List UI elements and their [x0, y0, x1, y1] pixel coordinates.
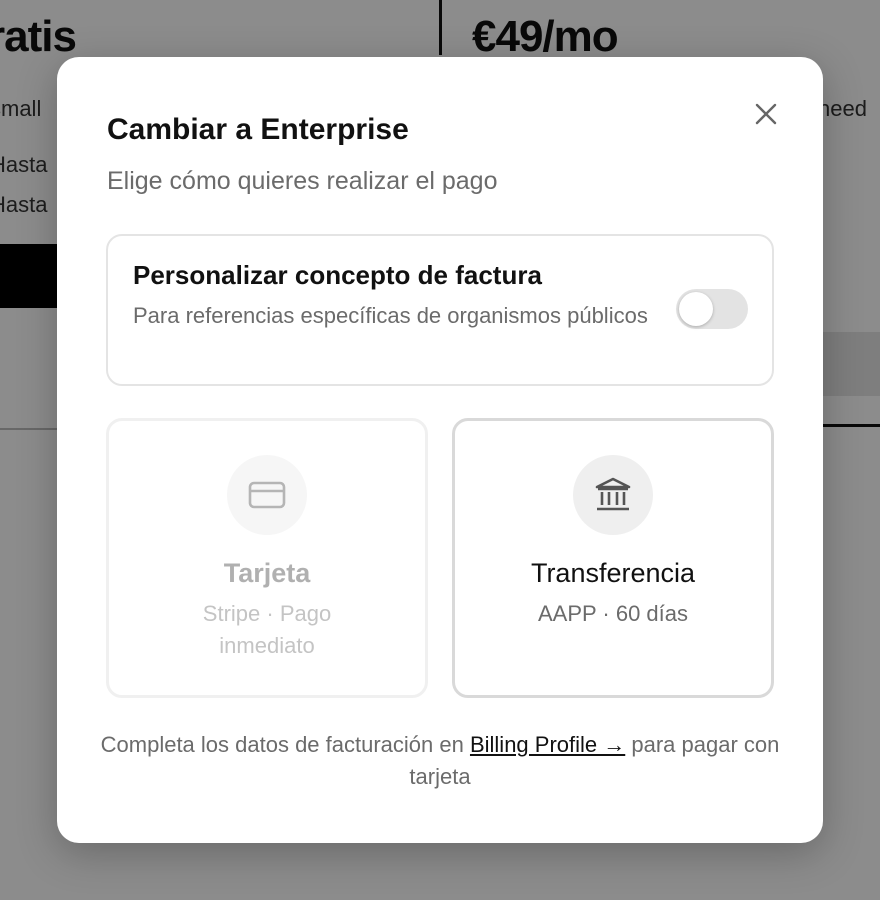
footer-text: Completa los datos de facturación en: [100, 732, 470, 757]
option-icon-circle: [573, 455, 653, 535]
payment-option-label: Transferencia: [530, 558, 696, 588]
payment-option-sub: Stripe · Pago inmediato: [202, 601, 332, 658]
payment-option-sub: AAPP · 60 días: [537, 601, 688, 626]
modal-title: Cambiar a Enterprise: [107, 113, 409, 146]
payment-option-transfer[interactable]: Transferencia AAPP · 60 días: [452, 418, 774, 698]
option-icon-circle: [227, 455, 307, 535]
custom-invoice-title: Personalizar concepto de factura: [133, 260, 542, 290]
toggle-knob: [679, 292, 713, 326]
credit-card-icon: [248, 481, 286, 509]
custom-invoice-toggle[interactable]: [676, 289, 748, 329]
close-button[interactable]: [751, 99, 781, 129]
billing-profile-link[interactable]: Billing Profile →: [470, 732, 625, 757]
bank-icon: [595, 477, 631, 511]
modal-subtitle: Elige cómo quieres realizar el pago: [107, 167, 498, 195]
close-icon: [755, 103, 777, 125]
payment-option-card[interactable]: Tarjeta Stripe · Pago inmediato: [106, 418, 428, 698]
billing-profile-note: Completa los datos de facturación en Bil…: [97, 729, 783, 793]
payment-option-label: Tarjeta: [223, 558, 311, 588]
custom-invoice-card: Personalizar concepto de factura Para re…: [106, 234, 774, 386]
upgrade-modal: Cambiar a Enterprise Elige cómo quieres …: [57, 57, 823, 843]
custom-invoice-description: Para referencias específicas de organism…: [133, 303, 648, 328]
